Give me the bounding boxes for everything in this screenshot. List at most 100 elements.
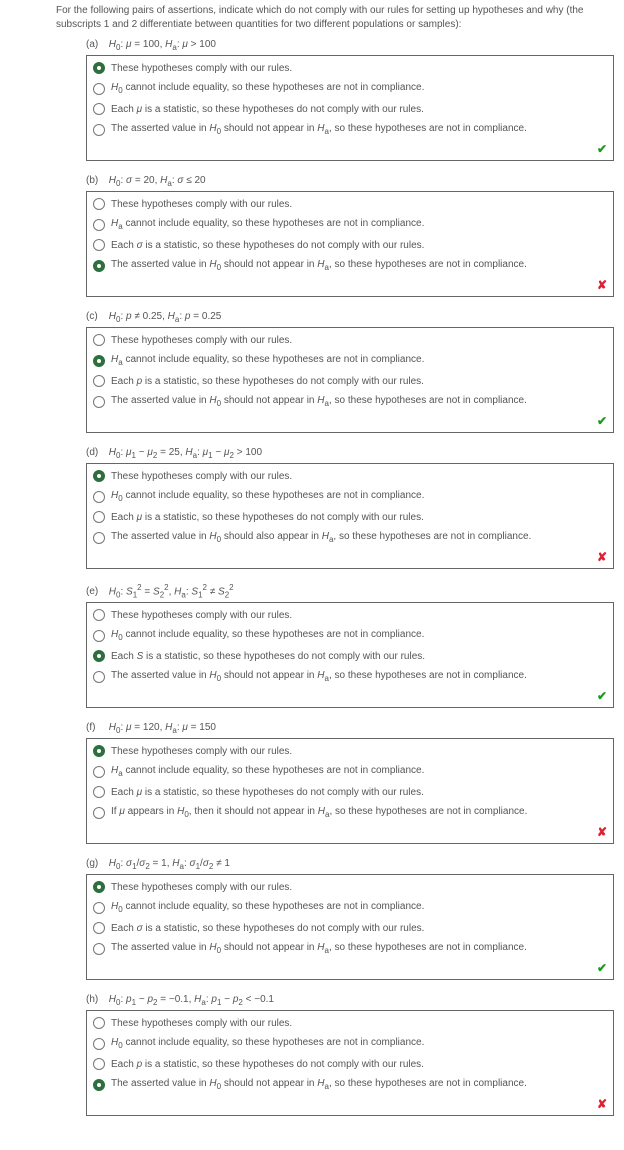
options-box: These hypotheses comply with our rules.H… [86, 874, 614, 980]
option-row[interactable]: The asserted value in H0 should not appe… [87, 938, 613, 959]
radio-button[interactable] [93, 1079, 105, 1091]
options-box: These hypotheses comply with our rules.H… [86, 738, 614, 844]
option-row[interactable]: Ha cannot include equality, so these hyp… [87, 350, 613, 371]
option-row[interactable]: Each μ is a statistic, so these hypothes… [87, 507, 613, 527]
option-row[interactable]: Each μ is a statistic, so these hypothes… [87, 782, 613, 802]
option-text: H0 cannot include equality, so these hyp… [111, 1037, 424, 1050]
radio-button[interactable] [93, 630, 105, 642]
options-box: These hypotheses comply with our rules. H… [86, 1010, 614, 1116]
option-row[interactable]: If μ appears in H0, then it should not a… [87, 802, 613, 823]
option-row[interactable]: Each p is a statistic, so these hypothes… [87, 1054, 613, 1074]
question-h: (h) H0: p1 − p2 = −0.1, Ha: p1 − p2 < −0… [86, 994, 614, 1116]
option-text: Each S is a statistic, so these hypothes… [111, 651, 425, 662]
option-row[interactable]: The asserted value in H0 should not appe… [87, 255, 613, 276]
radio-button[interactable] [93, 396, 105, 408]
option-text: Each p is a statistic, so these hypothes… [111, 376, 424, 387]
option-row[interactable]: These hypotheses comply with our rules. [87, 58, 613, 78]
option-row[interactable]: H0 cannot include equality, so these hyp… [87, 486, 613, 507]
option-row[interactable]: The asserted value in H0 should also app… [87, 527, 613, 548]
option-row[interactable]: These hypotheses comply with our rules. [87, 877, 613, 897]
option-text: The asserted value in H0 should also app… [111, 531, 531, 544]
option-row[interactable]: H0 cannot include equality, so these hyp… [87, 897, 613, 918]
radio-button[interactable] [93, 922, 105, 934]
question-b: (b) H0: σ = 20, Ha: σ ≤ 20These hypothes… [86, 175, 614, 297]
option-row[interactable]: The asserted value in H0 should not appe… [87, 1074, 613, 1095]
option-text: Each σ is a statistic, so these hypothes… [111, 240, 424, 251]
option-row[interactable]: H0 cannot include equality, so these hyp… [87, 625, 613, 646]
option-row[interactable]: These hypotheses comply with our rules. [87, 741, 613, 761]
option-text: H0 cannot include equality, so these hyp… [111, 629, 424, 642]
option-row[interactable]: Each μ is a statistic, so these hypothes… [87, 99, 613, 119]
option-text: Each σ is a statistic, so these hypothes… [111, 923, 424, 934]
question-header: (f) H0: μ = 120, Ha: μ = 150 [86, 722, 614, 735]
radio-button[interactable] [93, 219, 105, 231]
option-text: These hypotheses comply with our rules. [111, 1018, 292, 1029]
option-text: The asserted value in H0 should not appe… [111, 670, 527, 683]
check-icon: ✔ [87, 140, 613, 156]
radio-button[interactable] [93, 198, 105, 210]
option-row[interactable]: Each S is a statistic, so these hypothes… [87, 646, 613, 666]
radio-button[interactable] [93, 532, 105, 544]
radio-button[interactable] [93, 355, 105, 367]
option-row[interactable]: The asserted value in H0 should not appe… [87, 119, 613, 140]
radio-button[interactable] [93, 1017, 105, 1029]
radio-button[interactable] [93, 103, 105, 115]
option-row[interactable]: Each σ is a statistic, so these hypothes… [87, 235, 613, 255]
question-g: (g) H0: σ1/σ2 = 1, Ha: σ1/σ2 ≠ 1 These hy… [86, 858, 614, 980]
option-text: Ha cannot include equality, so these hyp… [111, 218, 424, 231]
option-row[interactable]: These hypotheses comply with our rules. [87, 194, 613, 214]
check-icon: ✔ [87, 959, 613, 975]
radio-button[interactable] [93, 1058, 105, 1070]
option-text: These hypotheses comply with our rules. [111, 199, 292, 210]
option-row[interactable]: H0 cannot include equality, so these hyp… [87, 78, 613, 99]
radio-button[interactable] [93, 786, 105, 798]
option-row[interactable]: Each σ is a statistic, so these hypothes… [87, 918, 613, 938]
question-header: (c) H0: p ≠ 0.25, Ha: p = 0.25 [86, 311, 614, 324]
option-row[interactable]: The asserted value in H0 should not appe… [87, 391, 613, 412]
radio-button[interactable] [93, 650, 105, 662]
radio-button[interactable] [93, 902, 105, 914]
radio-button[interactable] [93, 124, 105, 136]
question-c: (c) H0: p ≠ 0.25, Ha: p = 0.25 These hypo… [86, 311, 614, 433]
radio-button[interactable] [93, 511, 105, 523]
question-header: (g) H0: σ1/σ2 = 1, Ha: σ1/σ2 ≠ 1 [86, 858, 614, 871]
options-box: These hypotheses comply with our rules. H… [86, 55, 614, 161]
question-e: (e) H0: S12 = S22, Ha: S12 ≠ S22 These hy… [86, 583, 614, 708]
option-row[interactable]: The asserted value in H0 should not appe… [87, 666, 613, 687]
radio-button[interactable] [93, 745, 105, 757]
radio-button[interactable] [93, 609, 105, 621]
radio-button[interactable] [93, 881, 105, 893]
option-text: H0 cannot include equality, so these hyp… [111, 82, 424, 95]
radio-button[interactable] [93, 334, 105, 346]
options-box: These hypotheses comply with our rules.H… [86, 463, 614, 569]
radio-button[interactable] [93, 491, 105, 503]
check-icon: ✔ [87, 687, 613, 703]
radio-button[interactable] [93, 62, 105, 74]
radio-button[interactable] [93, 766, 105, 778]
option-text: These hypotheses comply with our rules. [111, 63, 292, 74]
option-text: If μ appears in H0, then it should not a… [111, 806, 527, 819]
option-text: Ha cannot include equality, so these hyp… [111, 354, 424, 367]
option-row[interactable]: Ha cannot include equality, so these hyp… [87, 761, 613, 782]
radio-button[interactable] [93, 807, 105, 819]
option-row[interactable]: Ha cannot include equality, so these hyp… [87, 214, 613, 235]
radio-button[interactable] [93, 375, 105, 387]
radio-button[interactable] [93, 470, 105, 482]
radio-button[interactable] [93, 260, 105, 272]
option-row[interactable]: These hypotheses comply with our rules. [87, 1013, 613, 1033]
option-row[interactable]: H0 cannot include equality, so these hyp… [87, 1033, 613, 1054]
option-row[interactable]: These hypotheses comply with our rules. [87, 330, 613, 350]
question-header: (h) H0: p1 − p2 = −0.1, Ha: p1 − p2 < −0… [86, 994, 614, 1007]
radio-button[interactable] [93, 943, 105, 955]
radio-button[interactable] [93, 671, 105, 683]
radio-button[interactable] [93, 1038, 105, 1050]
option-row[interactable]: Each p is a statistic, so these hypothes… [87, 371, 613, 391]
radio-button[interactable] [93, 239, 105, 251]
question-header: (a) H0: μ = 100, Ha: μ > 100 [86, 39, 614, 52]
option-text: Each μ is a statistic, so these hypothes… [111, 104, 424, 115]
question-header: (e) H0: S12 = S22, Ha: S12 ≠ S22 [86, 583, 614, 599]
option-row[interactable]: These hypotheses comply with our rules. [87, 605, 613, 625]
option-row[interactable]: These hypotheses comply with our rules. [87, 466, 613, 486]
cross-icon: ✘ [87, 823, 613, 839]
radio-button[interactable] [93, 83, 105, 95]
